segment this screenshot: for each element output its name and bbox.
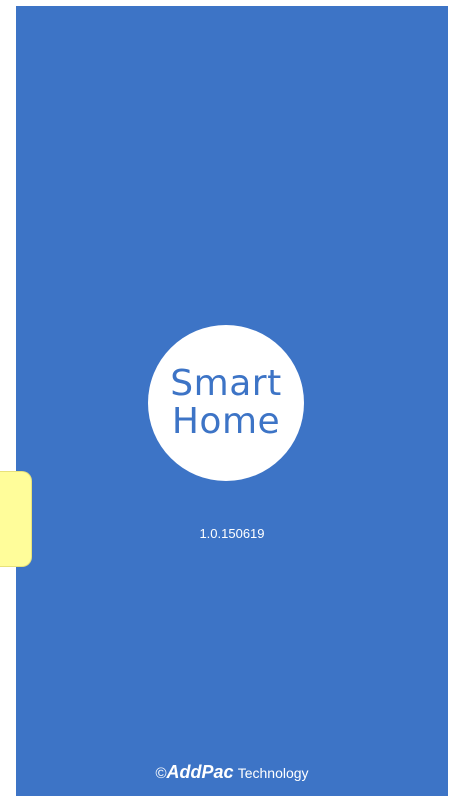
side-edge-handle[interactable] [0, 471, 32, 567]
copyright-label: ©AddPac Technology [16, 762, 448, 783]
app-logo: Smart Home [148, 325, 304, 481]
logo-text-smart: Smart [170, 363, 282, 404]
splash-screen: Smart Home 1.0.150619 ©AddPac Technology [16, 6, 448, 796]
copyright-suffix: Technology [237, 765, 309, 781]
copyright-symbol: © [155, 765, 167, 782]
version-label: 1.0.150619 [199, 526, 265, 541]
copyright-brand: AddPac [166, 762, 234, 782]
logo-text-home: Home [171, 401, 281, 442]
